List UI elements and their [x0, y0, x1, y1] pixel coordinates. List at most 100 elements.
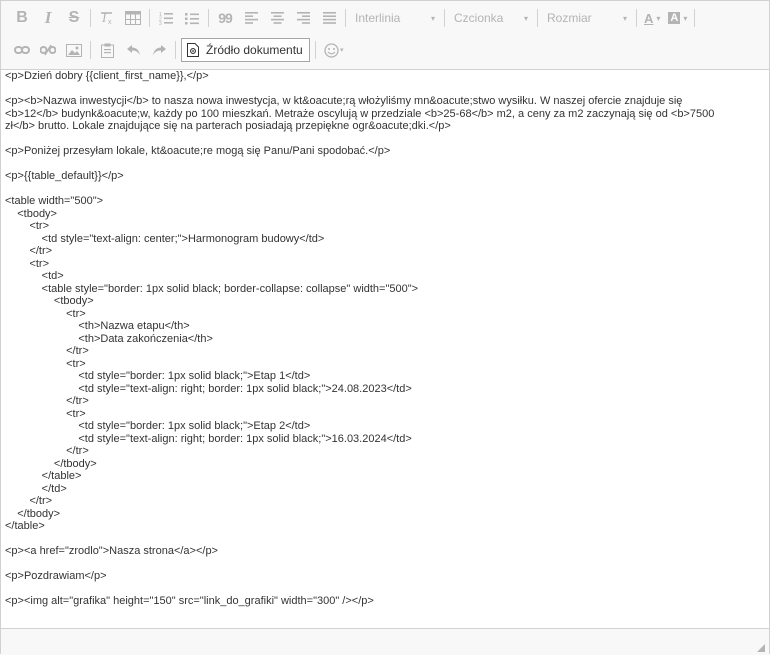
clipboard-icon: [100, 43, 114, 58]
font-size-label: Rozmiar: [547, 11, 592, 25]
toolbar-separator: [90, 9, 91, 27]
source-line: <tbody>: [5, 207, 57, 220]
align-right-icon: [296, 12, 310, 24]
bulleted-list-button[interactable]: [179, 5, 205, 31]
source-line: <p>Dzień dobry {{client_first_name}},</p…: [5, 70, 209, 82]
remove-format-icon: Ix: [101, 11, 112, 25]
link-icon: [14, 46, 30, 54]
source-code-textarea[interactable]: <p>Dzień dobry {{client_first_name}},</p…: [1, 70, 769, 628]
align-left-icon: [244, 12, 258, 24]
chevron-down-icon: ▾: [339, 47, 344, 54]
chevron-down-icon: ▾: [523, 13, 528, 23]
toolbar-separator: [175, 41, 176, 59]
source-line: </tr>: [5, 445, 89, 457]
source-line: <p><a href="zrodlo">Nasza strona</a></p>: [5, 545, 218, 557]
font-select[interactable]: Czcionka ▾: [448, 7, 534, 29]
source-line: [5, 133, 765, 146]
resize-handle-icon[interactable]: [757, 644, 765, 652]
source-line: <td style="text-align: center;">Harmonog…: [5, 232, 325, 245]
text-color-button[interactable]: A ▾: [640, 5, 664, 31]
redo-icon: [152, 45, 166, 55]
source-line: <p><img alt="grafika" height="150" src="…: [5, 595, 374, 607]
italic-button[interactable]: I: [35, 5, 61, 31]
align-center-icon: [270, 12, 284, 24]
unlink-button[interactable]: [35, 37, 61, 63]
toolbar-separator: [149, 9, 150, 27]
toolbar-separator: [345, 9, 346, 27]
source-line: </tr>: [5, 245, 53, 257]
image-icon: [66, 43, 82, 57]
blockquote-button[interactable]: 99: [212, 5, 238, 31]
toolbar-separator: [636, 9, 637, 27]
source-line: [5, 83, 765, 96]
source-line: <th>Data zakończenia</th>: [5, 332, 213, 345]
source-line: <table width="500">: [5, 195, 104, 207]
source-line: <p>Poniżej przesyłam lokale, kt&oacute;r…: [5, 145, 391, 157]
rich-text-editor: B I S Ix 123 99 Interlinia ▾ Czcionka ▾ …: [0, 0, 770, 655]
editor-statusbar: [1, 628, 769, 655]
source-line: </td>: [5, 482, 67, 495]
strikethrough-button[interactable]: S: [61, 5, 87, 31]
source-line: <b>12</b> budynk&oacute;w, każdy po 100 …: [5, 107, 715, 120]
toolbar-separator: [314, 41, 316, 59]
unlink-icon: [40, 44, 56, 56]
link-button[interactable]: [9, 37, 35, 63]
toolbar-row-formatting: B I S Ix 123 99 Interlinia ▾ Czcionka ▾ …: [9, 5, 698, 31]
undo-icon: [126, 45, 140, 55]
font-size-select[interactable]: Rozmiar ▾: [541, 7, 633, 29]
undo-button[interactable]: [120, 37, 146, 63]
source-line: [5, 533, 765, 546]
chevron-down-icon: ▾: [656, 13, 661, 23]
source-line: <tr>: [5, 307, 86, 320]
paste-button[interactable]: [94, 37, 120, 63]
source-line: <td style="text-align: right; border: 1p…: [5, 382, 412, 395]
source-line: <p>Pozdrawiam</p>: [5, 570, 107, 582]
align-center-button[interactable]: [264, 5, 290, 31]
redo-button[interactable]: [146, 37, 172, 63]
source-line: [5, 558, 765, 571]
align-right-button[interactable]: [290, 5, 316, 31]
table-button[interactable]: [120, 5, 146, 31]
line-height-select[interactable]: Interlinia ▾: [349, 7, 441, 29]
source-line: <td style="text-align: right; border: 1p…: [5, 432, 412, 445]
toolbar-separator: [537, 9, 538, 27]
source-line: </tr>: [5, 345, 89, 357]
source-line: <td style="border: 1px solid black;">Eta…: [5, 420, 311, 432]
source-line: <th>Nazwa etapu</th>: [5, 320, 190, 332]
source-line: [5, 158, 765, 171]
bold-button[interactable]: B: [9, 5, 35, 31]
source-line: </tr>: [5, 395, 89, 407]
source-line: <td style="border: 1px solid black;">Eta…: [5, 370, 311, 382]
align-justify-button[interactable]: [316, 5, 342, 31]
smiley-icon: [324, 42, 339, 58]
source-line: <table style="border: 1px solid black; b…: [5, 282, 419, 295]
chevron-down-icon: ▾: [683, 13, 688, 23]
source-line: <td>: [5, 270, 64, 282]
source-line: <tr>: [5, 407, 86, 420]
text-color-icon: A: [644, 10, 654, 26]
source-line: </table>: [5, 470, 82, 482]
line-height-label: Interlinia: [355, 11, 401, 25]
source-line: </tr>: [5, 495, 53, 507]
emoji-button[interactable]: ▾: [319, 37, 349, 63]
chevron-down-icon: ▾: [430, 13, 435, 23]
source-line: [5, 183, 765, 196]
svg-text:3: 3: [159, 21, 162, 25]
source-line: [5, 583, 765, 596]
toolbar-row-insert: Źródło dokumentu ▾: [9, 37, 349, 63]
background-color-button[interactable]: A ▾: [664, 5, 691, 31]
source-view-button[interactable]: Źródło dokumentu: [181, 38, 310, 62]
source-line: <tr>: [5, 220, 50, 232]
image-button[interactable]: [61, 37, 87, 63]
align-justify-icon: [322, 12, 336, 24]
source-line: <tr>: [5, 257, 50, 270]
bulleted-list-icon: [185, 13, 199, 25]
numbered-list-button[interactable]: 123: [153, 5, 179, 31]
align-left-button[interactable]: [238, 5, 264, 31]
remove-format-button[interactable]: Ix: [94, 5, 120, 31]
toolbar-separator: [208, 9, 209, 27]
source-line: </table>: [5, 520, 45, 532]
source-line: zł</b> brutto. Lokale znajdujące się na …: [5, 120, 451, 132]
source-line: <tr>: [5, 357, 86, 370]
toolbar-separator: [90, 41, 91, 59]
